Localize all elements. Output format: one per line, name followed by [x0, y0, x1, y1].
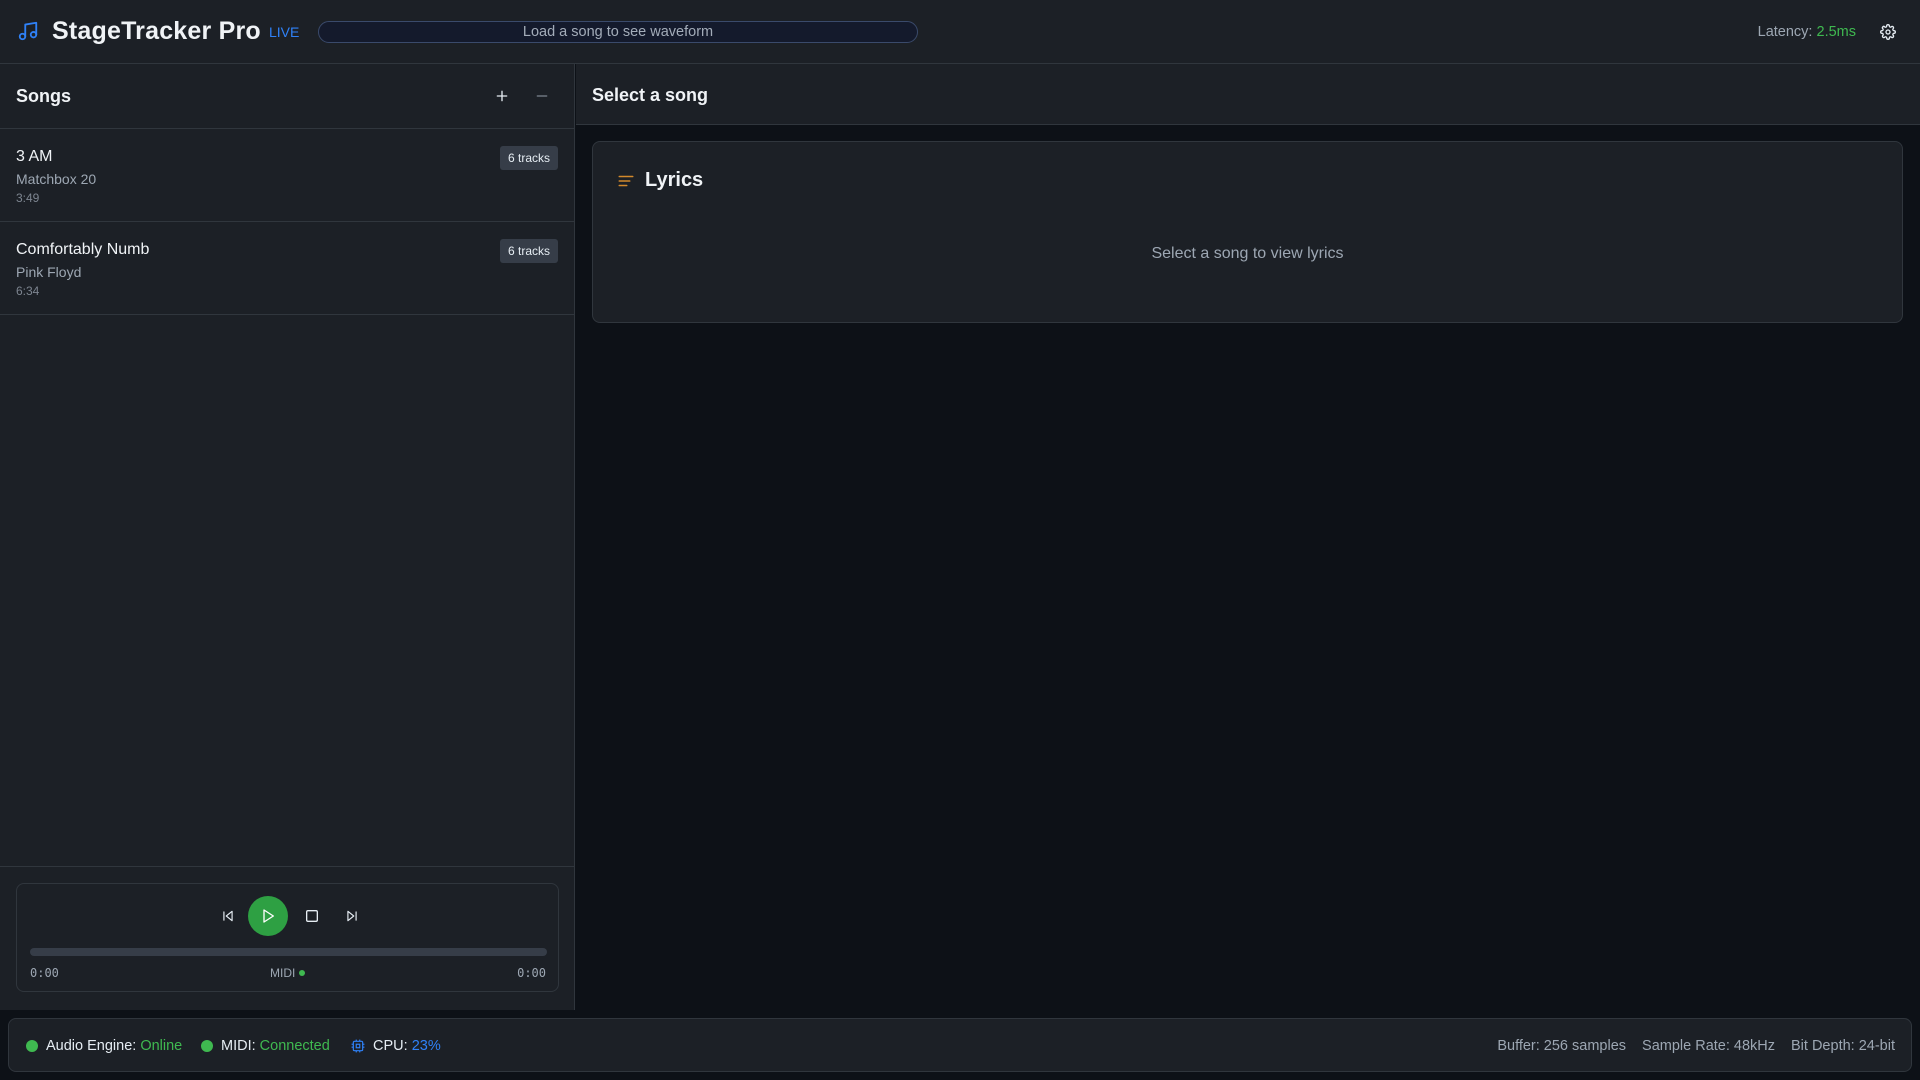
bit-depth: Bit Depth: 24-bit — [1791, 1038, 1895, 1054]
song-duration: 6:34 — [16, 284, 40, 298]
lyrics-empty-message: Select a song to view lyrics — [1151, 245, 1344, 262]
total-time: 0:00 — [517, 966, 546, 980]
song-title: 3 AM — [16, 148, 53, 165]
midi-status-dot — [299, 970, 306, 976]
minus-icon — [536, 95, 548, 97]
app-root: StageTracker Pro LIVE Load a song to see… — [0, 0, 1920, 1080]
skip-forward-icon — [347, 910, 357, 922]
songs-header: Songs — [0, 64, 574, 129]
songs-title: Songs — [16, 86, 72, 106]
page-title: Select a song — [592, 85, 709, 105]
play-icon — [263, 909, 274, 923]
plus-icon — [496, 90, 508, 102]
music-note-icon — [18, 21, 38, 41]
latency-readout: Latency: 2.5ms — [1758, 24, 1856, 40]
midi-status-value: Connected — [259, 1038, 330, 1054]
midi-status: MIDI: Connected — [201, 1038, 330, 1054]
song-duration: 3:49 — [16, 191, 40, 205]
stop-icon — [306, 910, 318, 922]
main-panel: Select a song Lyrics Select a song to vi… — [576, 64, 1920, 1010]
waveform-placeholder: Load a song to see waveform — [522, 24, 714, 40]
playback-progress-bar[interactable] — [30, 948, 547, 956]
midi-indicator: MIDI — [270, 966, 306, 980]
skip-back-icon — [223, 910, 233, 922]
remove-song-button[interactable] — [529, 83, 555, 109]
top-header: StageTracker Pro LIVE Load a song to see… — [0, 0, 1920, 64]
tracks-badge: 6 tracks — [499, 239, 558, 263]
add-song-button[interactable] — [489, 83, 515, 109]
song-list-item[interactable]: 3 AM Matchbox 20 3:49 6 tracks — [0, 129, 574, 222]
live-badge: LIVE — [269, 24, 300, 40]
midi-connection-dot — [201, 1040, 213, 1052]
songs-sidebar: Songs 3 AM Matchbox 20 3:49 6 tracks Com… — [0, 64, 575, 1010]
cpu-icon — [351, 1039, 365, 1053]
audio-engine-value: Online — [140, 1038, 183, 1054]
midi-indicator-label: MIDI — [270, 966, 296, 980]
song-list-item[interactable]: Comfortably Numb Pink Floyd 6:34 6 track… — [0, 222, 574, 315]
audio-specs: Buffer: 256 samples Sample Rate: 48kHz B… — [1497, 1038, 1895, 1054]
cpu-value: 23% — [411, 1038, 441, 1054]
main-header: Select a song — [576, 64, 1920, 125]
play-button[interactable] — [248, 896, 288, 936]
gear-icon — [1880, 24, 1896, 40]
transport-controls: 0:00 MIDI 0:00 — [16, 883, 559, 992]
buffer-size: Buffer: 256 samples — [1497, 1038, 1627, 1054]
status-bar: Audio Engine: Online MIDI: Connected CPU… — [8, 1018, 1912, 1072]
audio-engine-status: Audio Engine: Online — [26, 1038, 182, 1054]
midi-status-label: MIDI: — [221, 1038, 256, 1054]
latency-label: Latency: — [1757, 24, 1813, 40]
next-button[interactable] — [340, 904, 364, 928]
current-time: 0:00 — [30, 966, 59, 980]
audio-engine-label: Audio Engine: — [46, 1038, 137, 1054]
app-title: StageTracker Pro — [52, 17, 261, 45]
audio-status-dot — [26, 1040, 38, 1052]
song-artist: Matchbox 20 — [16, 171, 97, 187]
latency-value: 2.5ms — [1816, 24, 1857, 40]
transport-section: 0:00 MIDI 0:00 — [0, 866, 574, 1010]
align-left-icon — [618, 175, 634, 187]
song-artist: Pink Floyd — [16, 264, 82, 280]
stop-button[interactable] — [300, 904, 324, 928]
settings-button[interactable] — [1877, 21, 1899, 43]
song-title: Comfortably Numb — [16, 241, 150, 258]
waveform-display[interactable]: Load a song to see waveform — [318, 21, 918, 43]
tracks-badge: 6 tracks — [499, 146, 558, 170]
lyrics-panel: Lyrics Select a song to view lyrics — [592, 141, 1903, 323]
cpu-label: CPU: — [373, 1038, 408, 1054]
lyrics-title: Lyrics — [645, 169, 704, 191]
cpu-status: CPU: 23% — [351, 1038, 441, 1054]
sample-rate: Sample Rate: 48kHz — [1642, 1038, 1776, 1054]
previous-button[interactable] — [216, 904, 240, 928]
